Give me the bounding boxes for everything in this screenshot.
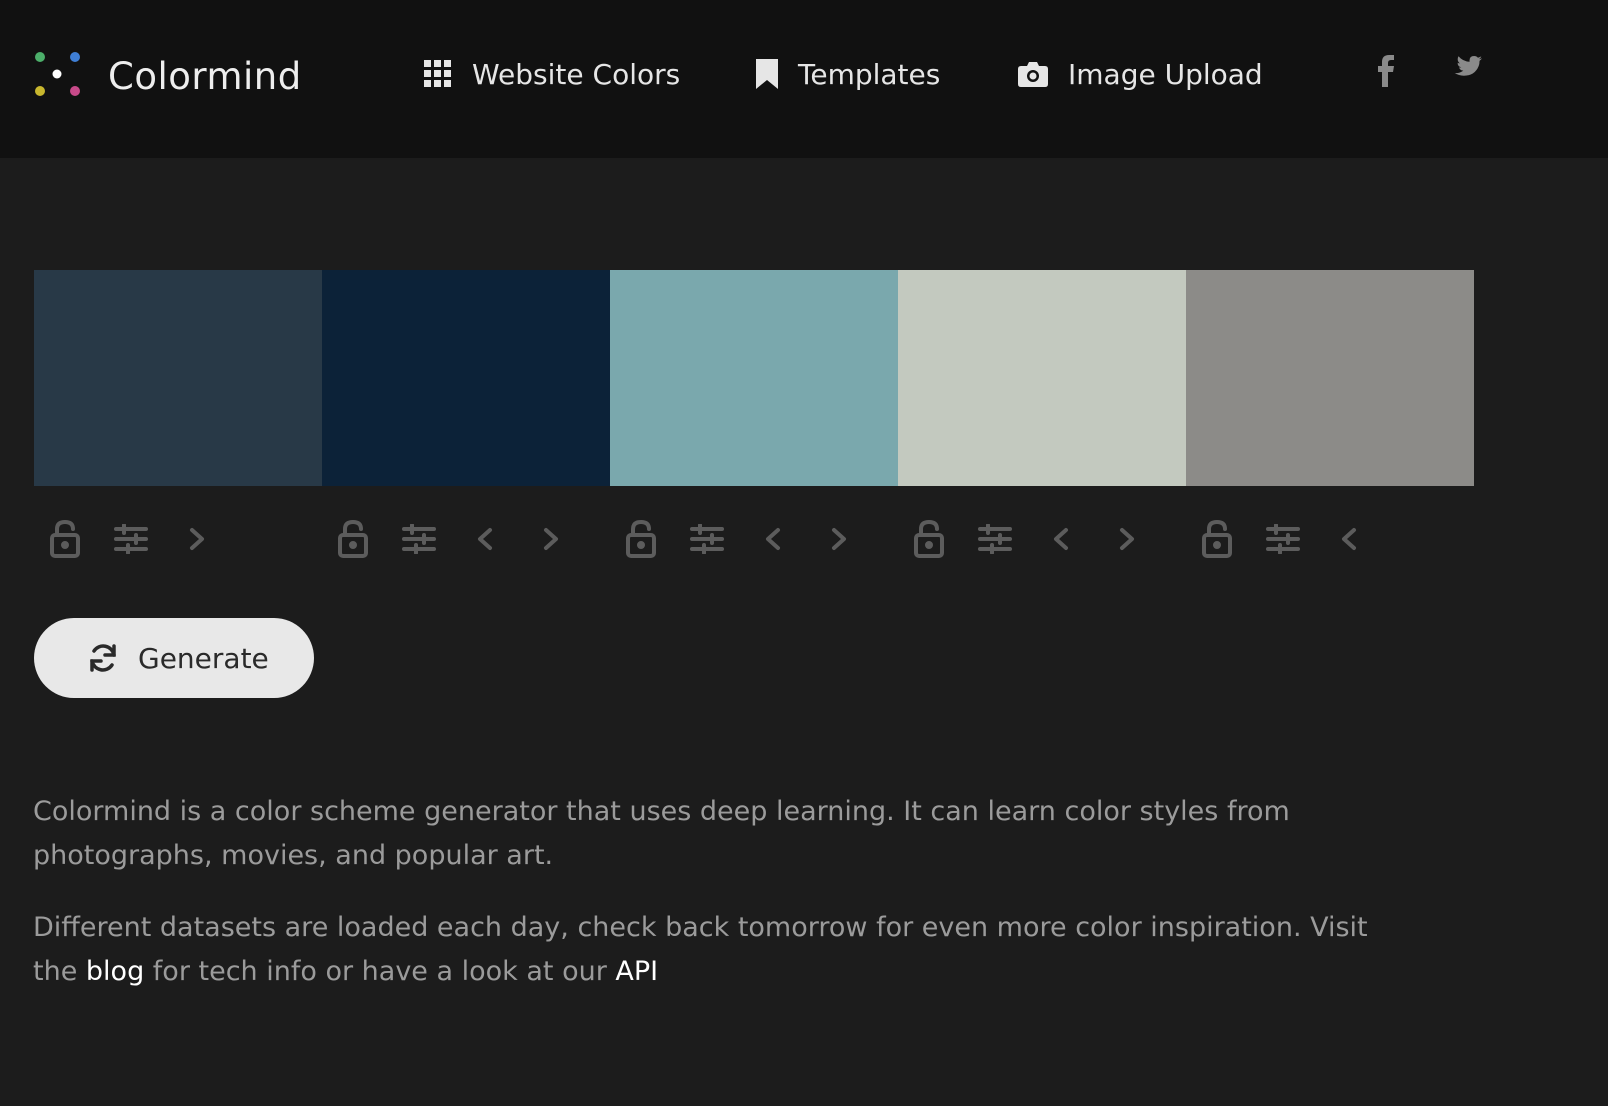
lock-button[interactable] [909,514,949,564]
chevron-left-icon [766,528,780,550]
adjust-button[interactable] [111,514,151,564]
move-left-button[interactable] [753,514,793,564]
twitter-icon [1454,56,1482,76]
lock-button[interactable] [621,514,661,564]
nav-label: Website Colors [472,57,681,91]
brand-name[interactable]: Colormind [108,55,302,98]
chevron-right-icon [544,528,558,550]
color-swatch-1[interactable] [34,270,322,486]
swatch-controls [34,514,1474,564]
refresh-icon [90,644,116,672]
twitter-link[interactable] [1450,55,1482,87]
lock-button[interactable] [333,514,373,564]
facebook-link[interactable] [1378,55,1394,91]
move-left-button[interactable] [465,514,505,564]
chevron-right-icon [190,528,204,550]
nav-templates[interactable]: Templates [756,54,940,94]
description-paragraph-1: Colormind is a color scheme generator th… [33,796,1290,871]
move-right-button[interactable] [819,514,859,564]
move-left-button[interactable] [1329,514,1369,564]
chevron-left-icon [1342,528,1356,550]
sliders-icon [978,524,1012,554]
color-swatch-5[interactable] [1186,270,1474,486]
grid-icon [424,60,451,87]
lock-button[interactable] [45,514,85,564]
unlock-icon [50,520,80,558]
nav-image-upload[interactable]: Image Upload [1018,54,1263,94]
top-header: Colormind Website Colors Templates Image… [0,0,1608,158]
description-text: for tech info or have a look at our [144,956,616,987]
unlock-icon [1202,520,1232,558]
generate-label: Generate [138,641,269,675]
bookmark-icon [756,59,778,89]
color-swatch-3[interactable] [610,270,898,486]
camera-icon [1018,62,1048,87]
nav-label: Templates [798,57,941,91]
blog-link[interactable]: blog [86,956,144,987]
move-right-button[interactable] [531,514,571,564]
color-swatch-2[interactable] [322,270,610,486]
move-right-button[interactable] [177,514,217,564]
adjust-button[interactable] [399,514,439,564]
sliders-icon [690,524,724,554]
move-left-button[interactable] [1041,514,1081,564]
sliders-icon [114,524,148,554]
generate-button[interactable]: Generate [34,618,314,698]
nav-website-colors[interactable]: Website Colors [424,54,680,94]
sliders-icon [1266,524,1300,554]
description-paragraph-2: Different datasets are loaded each day, … [33,906,1413,994]
move-right-button[interactable] [1107,514,1147,564]
unlock-icon [914,520,944,558]
chevron-left-icon [478,528,492,550]
color-swatch-4[interactable] [898,270,1186,486]
api-link[interactable]: API [615,956,658,987]
lock-button[interactable] [1197,514,1237,564]
nav-label: Image Upload [1068,57,1263,91]
unlock-icon [338,520,368,558]
facebook-icon [1378,55,1394,87]
unlock-icon [626,520,656,558]
adjust-button[interactable] [687,514,727,564]
color-palette [34,270,1474,486]
chevron-right-icon [832,528,846,550]
chevron-left-icon [1054,528,1068,550]
adjust-button[interactable] [975,514,1015,564]
sliders-icon [402,524,436,554]
colormind-logo-icon[interactable] [33,50,83,100]
adjust-button[interactable] [1263,514,1303,564]
chevron-right-icon [1120,528,1134,550]
